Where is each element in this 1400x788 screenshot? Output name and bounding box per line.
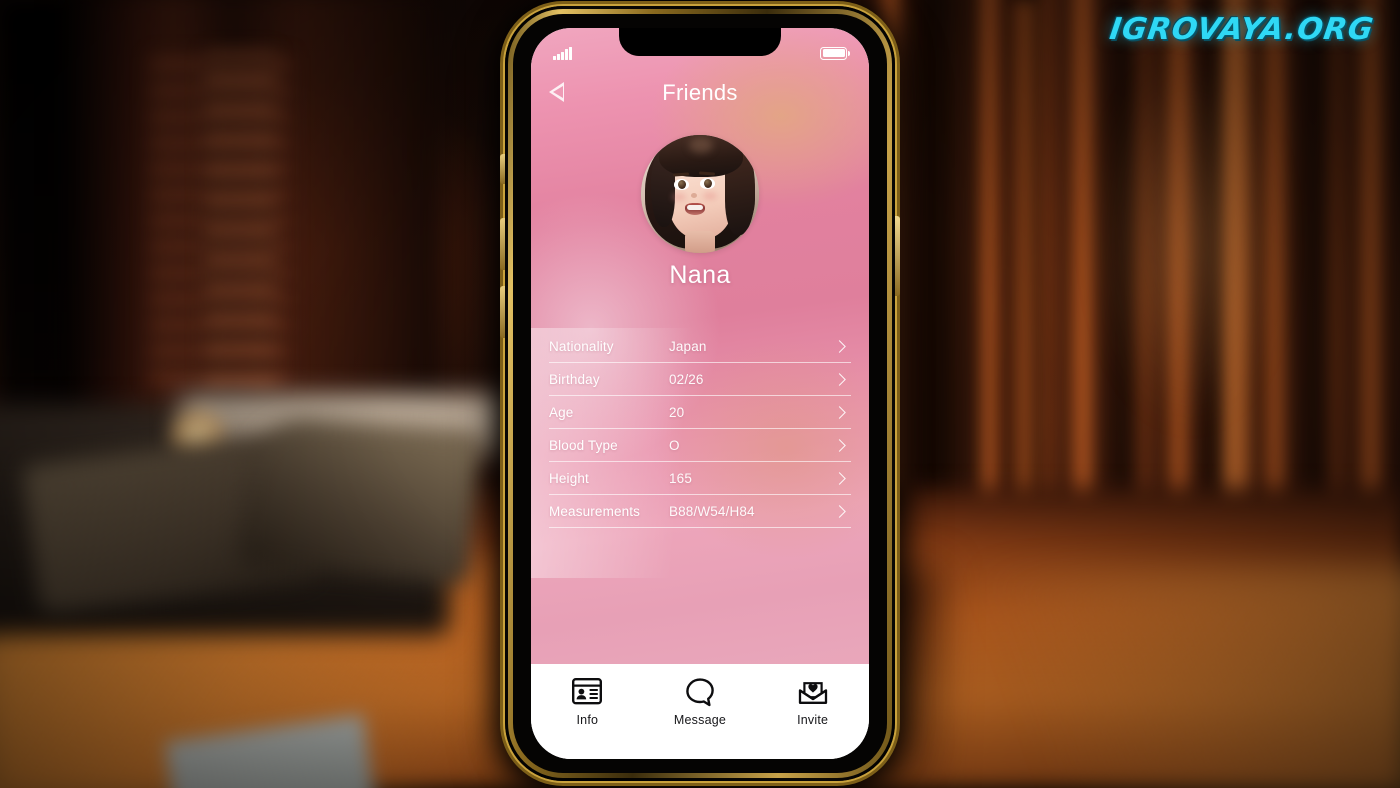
tab-message[interactable]: Message bbox=[654, 677, 746, 727]
info-value: 165 bbox=[669, 470, 692, 486]
profile-info-list: Nationality Japan Birthday 02/26 Age 20 … bbox=[549, 330, 851, 528]
info-label: Age bbox=[549, 404, 574, 420]
avatar-blush-left bbox=[672, 193, 686, 201]
bottom-tab-bar: Info Message Invite bbox=[531, 664, 869, 759]
chevron-right-icon bbox=[833, 339, 846, 353]
info-value: Japan bbox=[669, 338, 707, 354]
info-label: Nationality bbox=[549, 338, 614, 354]
table-row[interactable]: Birthday 02/26 bbox=[549, 363, 851, 396]
site-watermark: IGROVAYA.ORG bbox=[1108, 12, 1377, 47]
table-row[interactable]: Height 165 bbox=[549, 462, 851, 495]
info-label: Measurements bbox=[549, 503, 641, 519]
speech-bubble-icon bbox=[686, 678, 714, 707]
avatar-eye-right bbox=[700, 178, 715, 189]
envelope-heart-icon bbox=[798, 682, 827, 704]
chevron-right-icon bbox=[833, 471, 846, 485]
tab-invite[interactable]: Invite bbox=[767, 677, 859, 727]
status-bar bbox=[531, 40, 869, 66]
chevron-right-icon bbox=[833, 372, 846, 386]
avatar[interactable] bbox=[641, 135, 759, 253]
chevron-right-icon bbox=[833, 405, 846, 419]
id-card-icon bbox=[572, 678, 603, 705]
info-label: Height bbox=[549, 470, 589, 486]
tab-label: Info bbox=[576, 713, 599, 727]
table-row[interactable]: Nationality Japan bbox=[549, 330, 851, 363]
avatar-nose bbox=[691, 193, 697, 198]
table-row[interactable]: Blood Type O bbox=[549, 429, 851, 462]
tab-info[interactable]: Info bbox=[541, 677, 633, 727]
info-value: B88/W54/H84 bbox=[669, 503, 755, 519]
phone-volume-up-button[interactable] bbox=[500, 218, 505, 270]
info-value: O bbox=[669, 437, 680, 453]
info-value: 20 bbox=[669, 404, 685, 420]
avatar-blush-right bbox=[703, 192, 717, 200]
chevron-right-icon bbox=[833, 504, 846, 518]
info-label: Birthday bbox=[549, 371, 600, 387]
phone-device: Friends Nana Nationality Japan Birthday … bbox=[500, 6, 900, 781]
signal-bars-icon bbox=[553, 46, 572, 60]
phone-volume-down-button[interactable] bbox=[500, 286, 505, 338]
table-row[interactable]: Measurements B88/W54/H84 bbox=[549, 495, 851, 528]
avatar-eye-left bbox=[674, 179, 689, 190]
page-title: Friends bbox=[662, 80, 738, 105]
avatar-neck bbox=[685, 231, 715, 253]
navigation-bar: Friends bbox=[531, 76, 869, 118]
table-row[interactable]: Age 20 bbox=[549, 396, 851, 429]
phone-power-button[interactable] bbox=[895, 216, 900, 296]
tab-label: Message bbox=[673, 713, 727, 727]
profile-header: Nana bbox=[641, 135, 759, 290]
info-value: 02/26 bbox=[669, 371, 704, 387]
phone-screen: Friends Nana Nationality Japan Birthday … bbox=[531, 28, 869, 759]
avatar-mouth bbox=[685, 203, 705, 215]
battery-full-icon bbox=[820, 46, 850, 60]
info-label: Blood Type bbox=[549, 437, 618, 453]
phone-mute-switch[interactable] bbox=[500, 154, 505, 184]
tab-label: Invite bbox=[797, 713, 829, 727]
profile-name: Nana bbox=[669, 261, 731, 289]
chevron-right-icon bbox=[833, 438, 846, 452]
